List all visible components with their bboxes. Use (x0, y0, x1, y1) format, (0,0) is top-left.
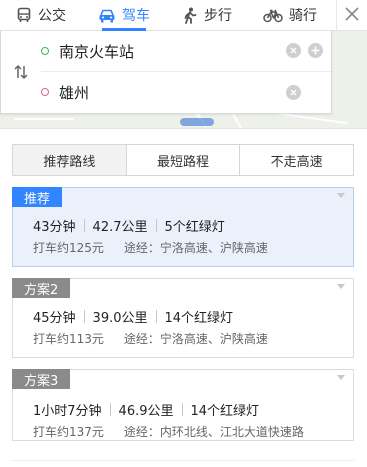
divider (155, 219, 157, 232)
divider (83, 310, 85, 323)
strategy-recommended[interactable]: 推荐路线 (13, 145, 127, 175)
tab-bike[interactable]: 骑行 (263, 0, 317, 30)
plan-duration: 1小时7分钟 (33, 404, 102, 419)
bike-icon (263, 8, 283, 23)
plan-summary: 45分钟 39.0公里 14个红绿灯 (33, 307, 233, 326)
plan-details: 打车约125元 途经：宁洛高速、沪陕高速 (33, 239, 268, 256)
close-icon (345, 6, 359, 25)
walk-icon (182, 7, 198, 24)
plan-badge: 推荐 (12, 187, 63, 207)
map-road (14, 118, 74, 120)
start-input[interactable] (59, 42, 259, 60)
plan-summary: 1小时7分钟 46.9公里 14个红绿灯 (33, 400, 259, 419)
clear-icon (290, 47, 297, 54)
plan-via: 途经：宁洛高速、沪陕高速 (123, 241, 268, 255)
add-waypoint-button[interactable] (308, 43, 323, 58)
map-route-marker (180, 118, 214, 126)
route-plan-3[interactable]: 方案3 1小时7分钟 46.9公里 14个红绿灯 打车约137元 途经：内环北线… (12, 369, 354, 441)
close-button[interactable] (336, 0, 367, 30)
clear-end-button[interactable] (286, 85, 301, 100)
map-road (231, 112, 243, 130)
plan-taxi-fare: 打车约125元 (33, 241, 104, 255)
bus-icon (16, 7, 32, 23)
tab-bus-label: 公交 (38, 8, 66, 24)
plan-via: 途经：宁洛高速、沪陕高速 (123, 332, 268, 346)
clear-icon (290, 89, 297, 96)
end-point-icon (41, 88, 49, 96)
route-plan-1[interactable]: 推荐 43分钟 42.7公里 5个红绿灯 打车约125元 途经：宁洛高速、沪陕高… (12, 187, 354, 267)
plus-icon (311, 46, 320, 55)
swap-locations-button[interactable] (13, 64, 29, 84)
divider (83, 219, 85, 232)
tab-bike-label: 骑行 (289, 8, 317, 24)
plan-via: 途经：内环北线、江北大道快速路 (123, 425, 304, 439)
plan-distance: 42.7公里 (92, 220, 148, 235)
plan-duration: 45分钟 (33, 311, 76, 326)
clear-start-button[interactable] (286, 43, 301, 58)
dropdown-caret-icon (337, 193, 345, 198)
end-row (41, 72, 331, 112)
dropdown-caret-icon (337, 375, 345, 380)
divider (155, 310, 157, 323)
plan-taxi-fare: 打车约113元 (33, 332, 104, 346)
travel-mode-tabs: 公交 驾车 步行 骑行 (0, 0, 367, 31)
plan-traffic-lights: 14个红绿灯 (190, 404, 260, 419)
plan-duration: 43分钟 (33, 220, 76, 235)
tab-car[interactable]: 驾车 (98, 0, 150, 31)
plan-badge: 方案2 (12, 278, 71, 298)
plan-details: 打车约137元 途经：内环北线、江北大道快速路 (33, 423, 304, 440)
plan-traffic-lights: 5个红绿灯 (164, 220, 225, 235)
divider (109, 403, 111, 416)
plan-distance: 39.0公里 (92, 311, 148, 326)
divider (181, 403, 183, 416)
plan-traffic-lights: 14个红绿灯 (164, 311, 234, 326)
plan-summary: 43分钟 42.7公里 5个红绿灯 (33, 216, 225, 235)
tab-walk-label: 步行 (204, 8, 232, 24)
plan-details: 打车约113元 途经：宁洛高速、沪陕高速 (33, 330, 268, 347)
tab-walk[interactable]: 步行 (182, 0, 232, 30)
start-point-icon (41, 47, 49, 55)
end-input[interactable] (59, 83, 259, 101)
plan-distance: 46.9公里 (118, 404, 174, 419)
route-search-box (0, 31, 332, 114)
strategy-no-highway[interactable]: 不走高速 (240, 145, 353, 175)
route-plan-2[interactable]: 方案2 45分钟 39.0公里 14个红绿灯 打车约113元 途经：宁洛高速、沪… (12, 278, 354, 358)
start-row (41, 31, 331, 72)
tab-car-label: 驾车 (122, 8, 150, 24)
route-strategy-tabs: 推荐路线 最短路程 不走高速 (12, 144, 354, 176)
swap-icon (13, 64, 29, 84)
strategy-shortest[interactable]: 最短路程 (127, 145, 241, 175)
tab-bus[interactable]: 公交 (16, 0, 66, 30)
plan-badge: 方案3 (12, 369, 71, 389)
plan-taxi-fare: 打车约137元 (33, 425, 104, 439)
dropdown-caret-icon (337, 284, 345, 289)
car-icon (98, 8, 116, 23)
